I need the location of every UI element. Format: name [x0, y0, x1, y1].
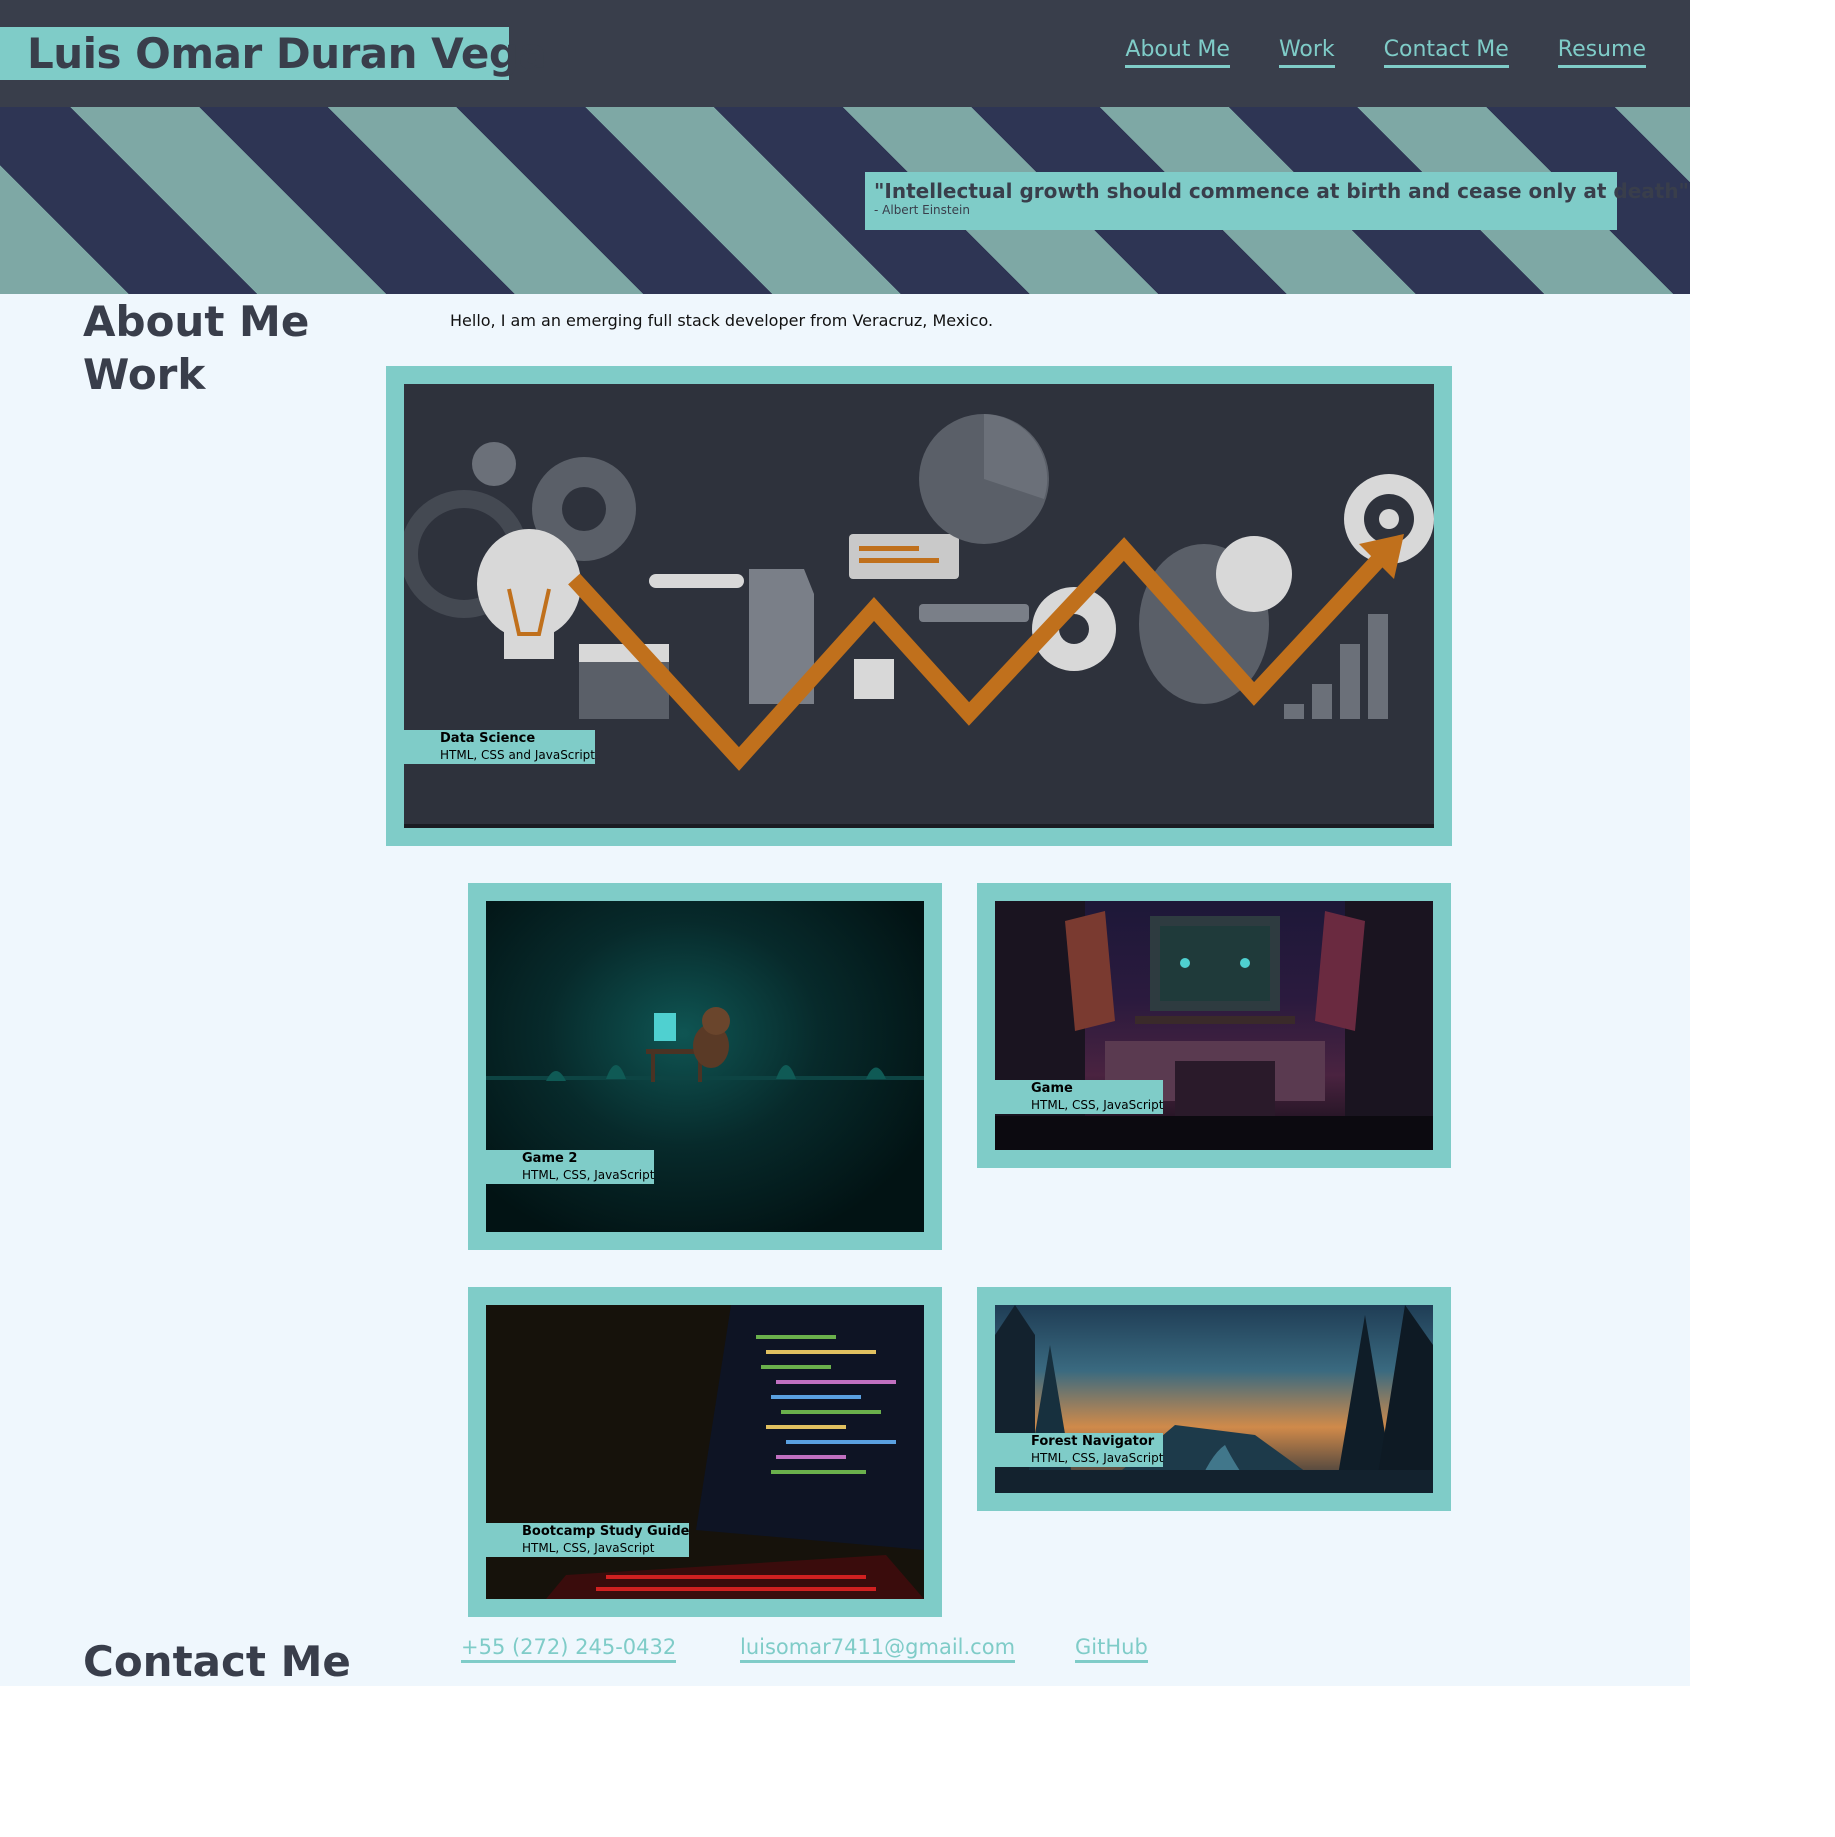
project-tech: HTML, CSS, JavaScript	[1031, 1451, 1164, 1465]
site-header: Luis Omar Duran Vega About Me Work Conta…	[0, 0, 1690, 107]
project-image-game-2: Game 2 HTML, CSS, JavaScript	[486, 901, 924, 1232]
project-image-forest-navigator: Forest Navigator HTML, CSS, JavaScript	[995, 1305, 1433, 1493]
project-card-bootcamp-study-guide[interactable]: Bootcamp Study Guide HTML, CSS, JavaScri…	[468, 1287, 942, 1617]
project-tech: HTML, CSS, JavaScript	[522, 1168, 655, 1182]
contact-heading: Contact Me	[83, 1637, 351, 1686]
hero-banner: "Intellectual growth should commence at …	[0, 107, 1690, 294]
contact-github-link[interactable]: GitHub	[1075, 1634, 1148, 1663]
contact-phone-link[interactable]: +55 (272) 245-0432	[461, 1634, 677, 1663]
quote-text: "Intellectual growth should commence at …	[874, 179, 1689, 203]
project-label: Data Science HTML, CSS and JavaScript	[404, 730, 595, 764]
project-label: Game HTML, CSS, JavaScript	[995, 1080, 1164, 1114]
page: Luis Omar Duran Vega About Me Work Conta…	[0, 0, 1690, 1686]
project-name: Bootcamp Study Guide	[522, 1524, 690, 1539]
project-name: Forest Navigator	[1031, 1434, 1155, 1449]
project-card-data-science[interactable]: Data Science HTML, CSS and JavaScript	[386, 366, 1452, 846]
project-label: Game 2 HTML, CSS, JavaScript	[486, 1150, 655, 1184]
nav-contact-me[interactable]: Contact Me	[1383, 36, 1509, 68]
project-card-game[interactable]: Game HTML, CSS, JavaScript	[977, 883, 1451, 1168]
project-image-game: Game HTML, CSS, JavaScript	[995, 901, 1433, 1150]
project-label: Forest Navigator HTML, CSS, JavaScript	[995, 1433, 1164, 1467]
project-card-game-2[interactable]: Game 2 HTML, CSS, JavaScript	[468, 883, 942, 1250]
site-title: Luis Omar Duran Vega	[0, 27, 547, 80]
project-image-data-science: Data Science HTML, CSS and JavaScript	[404, 384, 1434, 828]
about-text: Hello, I am an emerging full stack devel…	[450, 311, 994, 330]
project-label: Bootcamp Study Guide HTML, CSS, JavaScri…	[486, 1523, 690, 1557]
project-name: Game	[1031, 1081, 1073, 1096]
nav-resume[interactable]: Resume	[1557, 36, 1646, 68]
nav-about-me[interactable]: About Me	[1125, 36, 1230, 68]
project-image-bootcamp-study-guide: Bootcamp Study Guide HTML, CSS, JavaScri…	[486, 1305, 924, 1599]
project-tech: HTML, CSS, JavaScript	[522, 1541, 655, 1555]
quote-box: "Intellectual growth should commence at …	[865, 172, 1689, 230]
project-tech: HTML, CSS and JavaScript	[440, 748, 595, 762]
project-card-forest-navigator[interactable]: Forest Navigator HTML, CSS, JavaScript	[977, 1287, 1451, 1511]
project-name: Game 2	[522, 1151, 578, 1166]
project-tech: HTML, CSS, JavaScript	[1031, 1098, 1164, 1112]
about-heading: About Me	[83, 297, 310, 346]
contact-email-link[interactable]: luisomar7411@gmail.com	[740, 1634, 1016, 1663]
project-name: Data Science	[440, 731, 536, 746]
work-heading: Work	[83, 350, 206, 399]
nav-work[interactable]: Work	[1278, 36, 1335, 68]
main-nav: About Me Work Contact Me Resume	[1125, 36, 1646, 68]
quote-author: - Albert Einstein	[874, 203, 970, 217]
